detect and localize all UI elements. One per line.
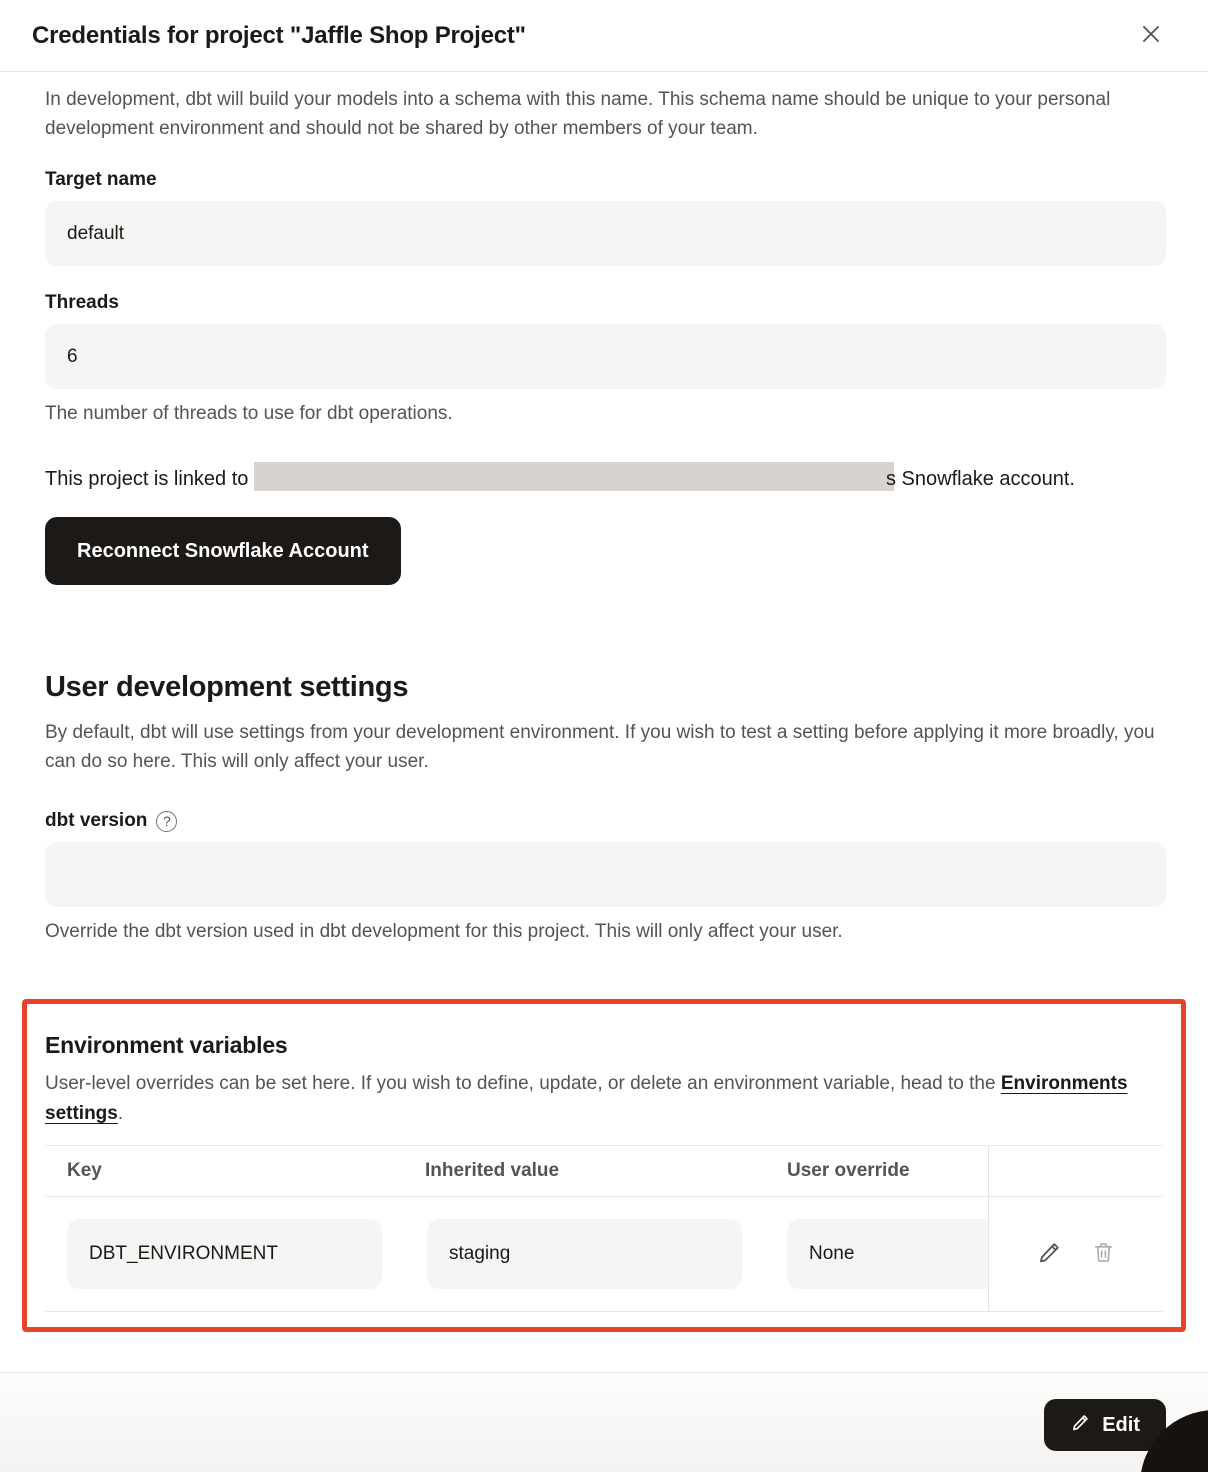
snowflake-linked-text: This project is linked to s Snowflake ac… [45, 461, 1166, 497]
modal-body: In development, dbt will build your mode… [0, 85, 1208, 1332]
env-vars-heading: Environment variables [45, 1032, 1163, 1059]
modal-title: Credentials for project "Jaffle Shop Pro… [32, 22, 526, 50]
table-header-row: Key Inherited value User override [45, 1145, 1163, 1197]
reconnect-snowflake-button[interactable]: Reconnect Snowflake Account [45, 517, 401, 585]
env-var-user-override-cell: None [787, 1219, 988, 1289]
help-icon[interactable]: ? [156, 811, 177, 832]
linked-text-before: This project is linked to [45, 468, 254, 490]
env-vars-table: Key Inherited value User override DBT_EN… [45, 1145, 1163, 1312]
column-header-inherited-value: Inherited value [425, 1160, 787, 1182]
modal-header: Credentials for project "Jaffle Shop Pro… [0, 0, 1208, 72]
redacted-account-name [254, 462, 894, 491]
env-desc-before-link: User-level overrides can be set here. If… [45, 1073, 1001, 1094]
trash-icon [1091, 1240, 1116, 1268]
env-vars-highlight: Environment variables User-level overrid… [22, 999, 1186, 1332]
schema-intro-text: In development, dbt will build your mode… [45, 85, 1166, 143]
edit-button[interactable]: Edit [1044, 1399, 1166, 1451]
target-name-input[interactable] [45, 201, 1166, 266]
dbt-version-label: dbt version ? [45, 810, 1166, 832]
dbt-version-helper-text: Override the dbt version used in dbt dev… [45, 921, 1166, 943]
env-desc-after-link: . [118, 1103, 123, 1124]
dbt-version-label-text: dbt version [45, 810, 147, 832]
column-header-key: Key [45, 1160, 425, 1182]
table-column-divider [988, 1145, 989, 1312]
pencil-icon [1036, 1239, 1063, 1269]
dbt-version-input[interactable] [45, 842, 1166, 907]
threads-helper-text: The number of threads to use for dbt ope… [45, 403, 1166, 425]
delete-row-button[interactable] [1091, 1240, 1116, 1268]
env-vars-description: User-level overrides can be set here. If… [45, 1069, 1163, 1129]
env-var-inherited-value-cell: staging [427, 1219, 742, 1289]
close-icon [1138, 21, 1164, 50]
target-name-label: Target name [45, 169, 1166, 191]
table-row: DBT_ENVIRONMENT staging None [45, 1197, 1163, 1312]
modal-footer: Edit [0, 1372, 1208, 1472]
threads-input[interactable] [45, 324, 1166, 389]
close-button[interactable] [1136, 21, 1166, 51]
linked-text-after: s Snowflake account. [886, 468, 1075, 490]
edit-button-label: Edit [1102, 1414, 1140, 1437]
row-actions [988, 1239, 1163, 1269]
edit-pencil-icon [1070, 1412, 1091, 1439]
env-var-key-cell: DBT_ENVIRONMENT [67, 1219, 382, 1289]
column-header-user-override: User override [787, 1160, 988, 1182]
user-dev-settings-description: By default, dbt will use settings from y… [45, 718, 1166, 776]
threads-label: Threads [45, 292, 1166, 314]
edit-row-button[interactable] [1036, 1239, 1063, 1269]
user-dev-settings-heading: User development settings [45, 671, 1166, 704]
